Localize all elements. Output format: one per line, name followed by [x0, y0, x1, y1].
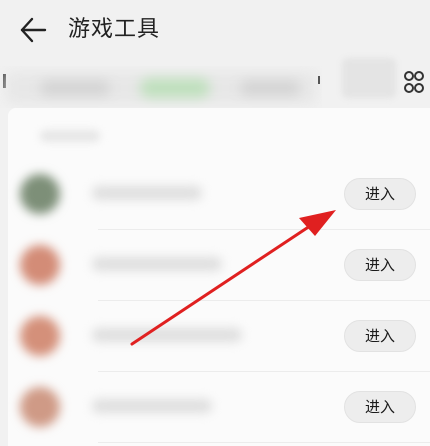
- app-avatar: [20, 245, 60, 285]
- page-title: 游戏工具: [68, 17, 161, 42]
- app-avatar: [20, 387, 60, 427]
- filter-chip-selected[interactable]: [140, 78, 210, 98]
- filter-chip[interactable]: [240, 80, 300, 96]
- blurred-thumbnail: [342, 58, 396, 98]
- list-item[interactable]: 进入: [8, 300, 430, 372]
- row-divider: [98, 442, 430, 443]
- app-name-blurred: [92, 257, 222, 271]
- list-item[interactable]: 进入: [8, 371, 430, 443]
- strip-divider-mark: [318, 76, 320, 84]
- arrow-left-icon[interactable]: [18, 16, 48, 44]
- list-item[interactable]: 进入: [8, 158, 430, 230]
- filter-chip[interactable]: [40, 80, 110, 96]
- app-avatar: [20, 316, 60, 356]
- app-avatar: [20, 174, 60, 214]
- app-header: 游戏工具: [0, 0, 430, 60]
- app-name-blurred: [92, 399, 212, 413]
- app-name-blurred: [92, 328, 242, 342]
- enter-button[interactable]: 进入: [344, 249, 416, 281]
- enter-button[interactable]: 进入: [344, 391, 416, 423]
- grid-more-icon[interactable]: [402, 68, 426, 96]
- section-header: [40, 130, 100, 142]
- app-name-blurred: [92, 186, 202, 200]
- list-item[interactable]: 进入: [8, 229, 430, 301]
- enter-button[interactable]: 进入: [344, 320, 416, 352]
- filter-strip: [0, 66, 322, 108]
- enter-button[interactable]: 进入: [344, 178, 416, 210]
